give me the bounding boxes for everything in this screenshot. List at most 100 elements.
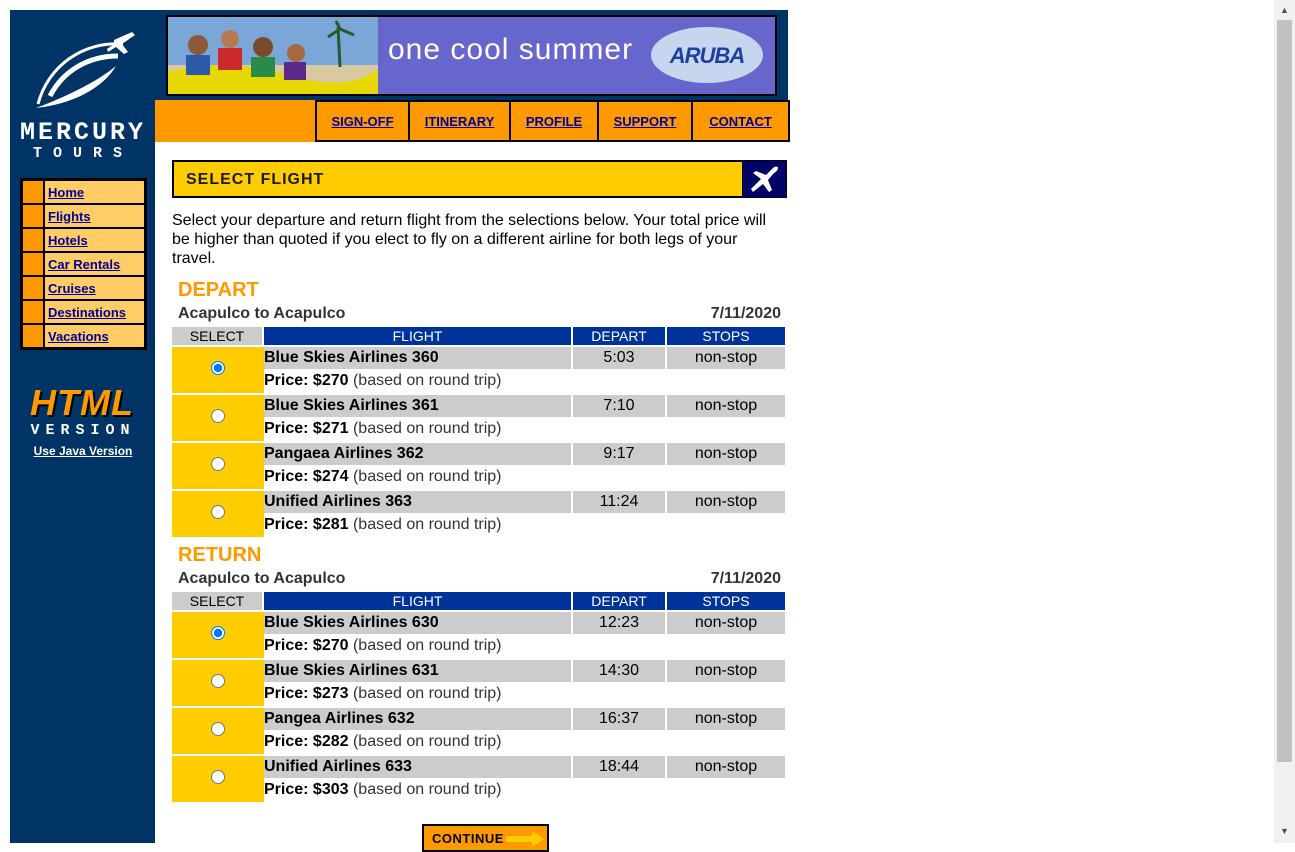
return-flights-table: SELECT FLIGHT DEPART STOPS Blue Skies Ai… xyxy=(172,592,785,802)
menu-item-support: SUPPORT xyxy=(599,100,693,142)
sidebar-link-hotels[interactable]: Hotels xyxy=(48,233,88,248)
top-menu-bar: SIGN-OFF ITINERARY PROFILE SUPPORT CONTA… xyxy=(155,100,790,142)
airplane-icon xyxy=(742,160,787,198)
profile-link[interactable]: PROFILE xyxy=(526,114,582,129)
table-row: Pangea Airlines 632 16:37 non-stop xyxy=(172,706,785,754)
nav-bullet xyxy=(23,229,43,251)
price-cell: Price: $282 (based on round trip) xyxy=(264,730,785,754)
col-header-depart: DEPART xyxy=(573,327,667,345)
stops: non-stop xyxy=(667,658,785,682)
aruba-logo-text: ARUBA xyxy=(669,43,745,68)
sidebar-item-flights: Flights xyxy=(23,205,144,227)
stops: non-stop xyxy=(667,489,785,513)
sidebar-item-hotels: Hotels xyxy=(23,229,144,251)
contact-link[interactable]: CONTACT xyxy=(709,114,772,129)
table-header-row: SELECT FLIGHT DEPART STOPS xyxy=(172,592,785,610)
price-note: (based on round trip) xyxy=(352,468,502,485)
nav-bullet xyxy=(23,181,43,203)
stops: non-stop xyxy=(667,706,785,730)
top-menu: SIGN-OFF ITINERARY PROFILE SUPPORT CONTA… xyxy=(315,100,790,142)
brand-name-bottom: TOURS xyxy=(32,145,133,162)
return-heading: RETURN xyxy=(178,544,262,566)
price-label: Price: $282 xyxy=(264,733,349,750)
aruba-ad-banner[interactable]: one cool summer ARUBA xyxy=(166,15,777,96)
mercury-tours-logo[interactable]: MERCURY TOURS xyxy=(18,22,148,162)
price-row: Price: $303 (based on round trip) xyxy=(172,778,785,802)
depart-radio-361[interactable] xyxy=(211,408,225,423)
price-note: (based on round trip) xyxy=(352,516,502,533)
nav-bullet xyxy=(23,253,43,275)
sidebar-link-flights[interactable]: Flights xyxy=(48,209,91,224)
menu-item-contact: CONTACT xyxy=(693,100,790,142)
return-date: 7/11/2020 xyxy=(710,570,781,587)
select-cell xyxy=(172,706,264,754)
table-row: Blue Skies Airlines 360 5:03 non-stop xyxy=(172,345,785,393)
return-radio-632[interactable] xyxy=(211,721,225,736)
depart-time: 5:03 xyxy=(573,345,667,369)
menu-item-sign-off: SIGN-OFF xyxy=(317,100,410,142)
return-radio-631[interactable] xyxy=(211,673,225,688)
stops: non-stop xyxy=(667,441,785,465)
price-row: Price: $281 (based on round trip) xyxy=(172,513,785,537)
scrollbar-thumb[interactable] xyxy=(1277,20,1292,762)
sidebar-link-car-rentals[interactable]: Car Rentals xyxy=(48,257,120,272)
flight-name: Unified Airlines 363 xyxy=(264,489,573,513)
page-title-bar: SELECT FLIGHT xyxy=(172,160,744,198)
scroll-down-icon[interactable]: ▼ xyxy=(1274,823,1295,840)
depart-radio-362[interactable] xyxy=(211,456,225,471)
sidebar-link-destinations[interactable]: Destinations xyxy=(48,305,126,320)
support-link[interactable]: SUPPORT xyxy=(614,114,677,129)
stops: non-stop xyxy=(667,610,785,634)
html-badge-bottom: VERSION xyxy=(30,422,136,439)
sidebar-item-cruises: Cruises xyxy=(23,277,144,299)
return-radio-630[interactable] xyxy=(211,625,225,640)
sidebar-link-home[interactable]: Home xyxy=(48,185,84,200)
price-row: Price: $274 (based on round trip) xyxy=(172,465,785,489)
select-cell xyxy=(172,345,264,393)
flight-name: Blue Skies Airlines 360 xyxy=(264,345,573,369)
continue-button[interactable]: CONTINUE xyxy=(422,824,549,852)
itinerary-link[interactable]: ITINERARY xyxy=(425,114,495,129)
vertical-scrollbar[interactable]: ▲ ▼ xyxy=(1274,0,1295,843)
price-row: Price: $270 (based on round trip) xyxy=(172,369,785,393)
scroll-up-icon[interactable]: ▲ xyxy=(1274,2,1295,19)
stops: non-stop xyxy=(667,754,785,778)
price-note: (based on round trip) xyxy=(352,733,502,750)
col-header-select: SELECT xyxy=(172,592,264,610)
sidebar-link-cruises[interactable]: Cruises xyxy=(48,281,96,296)
price-label: Price: $281 xyxy=(264,516,349,533)
price-note: (based on round trip) xyxy=(352,637,502,654)
price-cell: Price: $271 (based on round trip) xyxy=(264,417,785,441)
depart-time: 18:44 xyxy=(573,754,667,778)
price-cell: Price: $270 (based on round trip) xyxy=(264,369,785,393)
use-java-version-link[interactable]: Use Java Version xyxy=(18,444,148,458)
price-row: Price: $270 (based on round trip) xyxy=(172,634,785,658)
col-header-stops: STOPS xyxy=(667,327,785,345)
price-row: Price: $273 (based on round trip) xyxy=(172,682,785,706)
table-row: Pangaea Airlines 362 9:17 non-stop xyxy=(172,441,785,489)
select-cell xyxy=(172,658,264,706)
depart-radio-360[interactable] xyxy=(211,360,225,375)
price-note: (based on round trip) xyxy=(352,685,502,702)
table-row: Unified Airlines 633 18:44 non-stop xyxy=(172,754,785,802)
arrow-right-icon xyxy=(506,831,544,847)
price-cell: Price: $270 (based on round trip) xyxy=(264,634,785,658)
nav-bullet xyxy=(23,277,43,299)
price-label: Price: $303 xyxy=(264,781,349,798)
intro-text: Select your departure and return flight … xyxy=(172,212,767,267)
sidebar-nav: Home Flights Hotels Car Rentals Cruises … xyxy=(20,178,147,350)
return-radio-633[interactable] xyxy=(211,769,225,784)
price-label: Price: $273 xyxy=(264,685,349,702)
sidebar: MERCURY TOURS Home Flights Hotels Car Re… xyxy=(10,10,155,843)
menu-item-itinerary: ITINERARY xyxy=(410,100,511,142)
stops: non-stop xyxy=(667,345,785,369)
select-cell xyxy=(172,754,264,802)
col-header-flight: FLIGHT xyxy=(264,327,573,345)
depart-route: Acapulco to Acapulco xyxy=(178,305,346,322)
page-title: SELECT FLIGHT xyxy=(186,171,325,188)
depart-radio-363[interactable] xyxy=(211,504,225,519)
sidebar-link-vacations[interactable]: Vacations xyxy=(48,329,109,344)
price-row: Price: $271 (based on round trip) xyxy=(172,417,785,441)
sign-off-link[interactable]: SIGN-OFF xyxy=(331,114,393,129)
nav-bullet xyxy=(23,325,43,347)
